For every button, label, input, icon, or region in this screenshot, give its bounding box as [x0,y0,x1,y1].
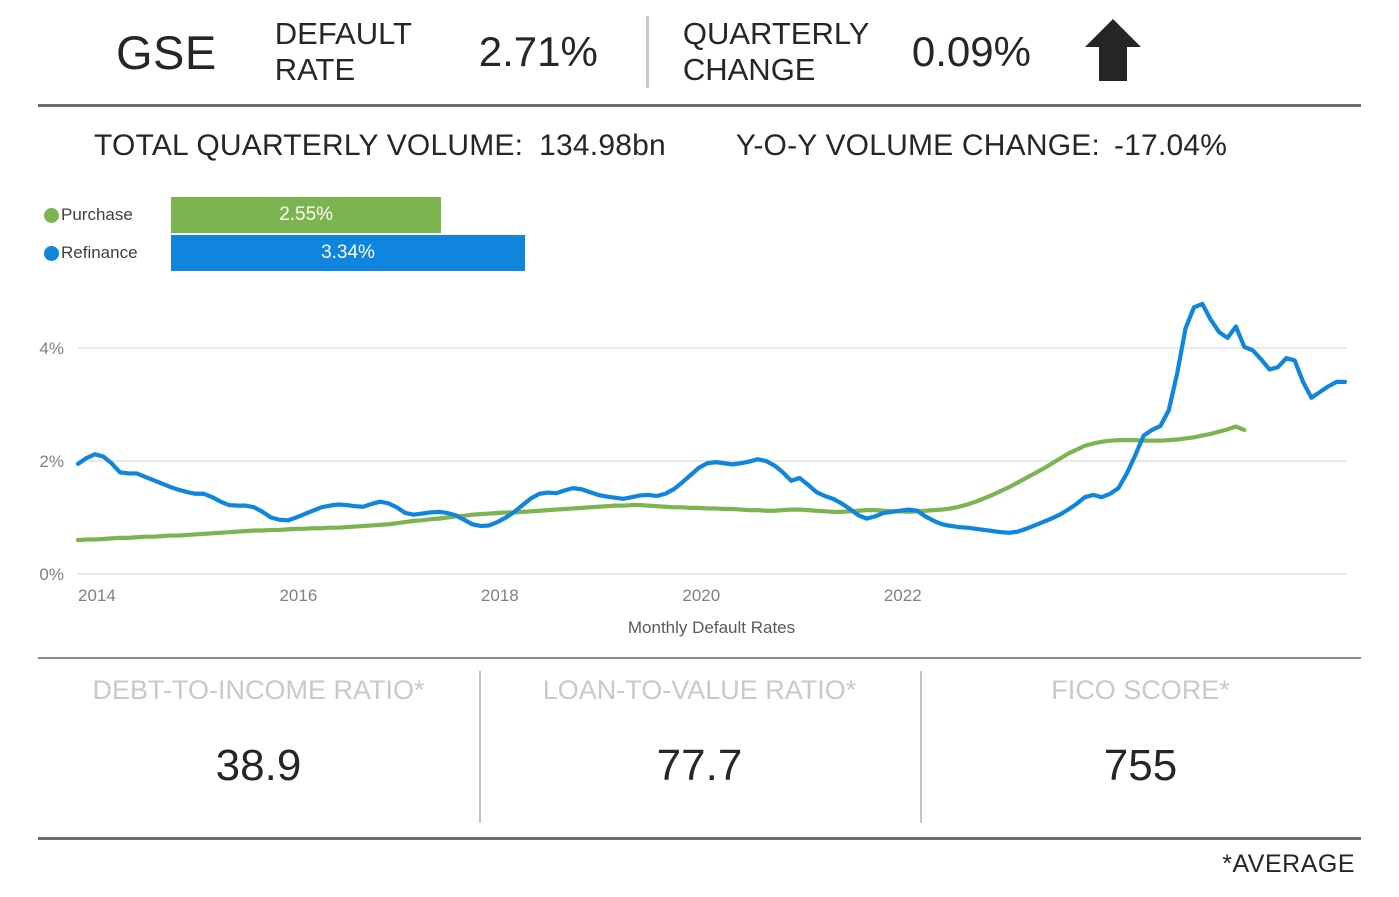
quarterly-change-value: 0.09% [911,28,1031,75]
yoy-volume-change-label: Y-O-Y VOLUME CHANGE: [735,129,1100,162]
purchase-bar-value: 2.55% [279,204,334,225]
metric-value-ltv: 77.7 [656,741,743,790]
footnote-row: *AVERAGE [0,840,1399,879]
refinance-bar-value: 3.34% [321,242,375,263]
metric-value-fico: 755 [1103,741,1178,790]
metric-title-ltv: LOAN-TO-VALUE RATIO* [542,675,857,705]
series-line-refinance [75,301,1348,535]
y-axis-tick-label: 0% [39,565,64,584]
metric-debt-to-income: DEBT-TO-INCOME RATIO* 38.9 [38,659,479,837]
metric-title-dti: DEBT-TO-INCOME RATIO* [92,675,425,705]
refinance-color-dot-icon [44,245,59,261]
quarterly-change-label: QUARTERLY CHANGE [682,16,869,87]
bar-track-purchase: 2.55% [171,197,442,233]
entity-label: GSE [116,25,217,79]
purchase-color-dot-icon [44,207,59,223]
arrow-up-icon [1083,17,1143,88]
metric-title-fico: FICO SCORE* [1051,675,1230,705]
legend-and-bars: Purchase Refinance 2.55% 3.34% [0,193,1399,285]
total-quarterly-volume-label: TOTAL QUARTERLY VOLUME: [94,129,524,162]
metric-fico-score: FICO SCORE* 755 [920,659,1361,837]
total-quarterly-volume-value: 134.98bn [539,129,666,162]
x-axis-tick-label: 2020 [682,586,720,605]
monthly-default-rates-chart: 0% 2% 4% 2014 2016 2018 2020 2022 Monthly Defaul… [0,287,1399,647]
metric-loan-to-value: LOAN-TO-VALUE RATIO* 77.7 [479,659,920,837]
legend-label-refinance: Refinance [61,243,138,262]
x-axis-title: Monthly Default Rates [628,618,795,637]
chart-canvas: 0% 2% 4% 2014 2016 2018 2020 2022 Monthly Defaul… [39,301,1348,637]
yoy-volume-change-value: -17.04% [1113,129,1228,162]
x-axis-tick-label: 2022 [884,586,922,605]
legend-item-refinance[interactable]: Refinance [44,235,138,271]
volume-summary-row: TOTAL QUARTERLY VOLUME: 134.98bn Y-O-Y V… [0,107,1399,185]
x-axis-tick-label: 2014 [78,586,116,605]
refinance-bar[interactable]: 3.34% [171,235,526,271]
x-axis-tick-label: 2016 [279,586,317,605]
y-axis-tick-label: 4% [39,339,64,358]
default-rate-value: 2.71% [478,28,598,75]
legend-item-purchase[interactable]: Purchase [44,197,133,233]
series-line-purchase [75,424,1247,543]
bar-track-refinance: 3.34% [171,235,526,271]
metrics-row: DEBT-TO-INCOME RATIO* 38.9 LOAN-TO-VALUE… [0,659,1399,837]
x-axis-tick-label: 2018 [481,586,519,605]
default-rate-label: DEFAULT RATE [274,16,412,87]
header-divider [645,16,649,88]
header-summary-row: GSE DEFAULT RATE 2.71% QUARTERLY CHANGE … [0,0,1399,104]
average-footnote: *AVERAGE [1222,850,1355,878]
legend-label-purchase: Purchase [61,205,133,224]
purchase-bar[interactable]: 2.55% [171,197,442,233]
y-axis-tick-label: 2% [39,452,64,471]
metric-value-dti: 38.9 [215,741,302,790]
